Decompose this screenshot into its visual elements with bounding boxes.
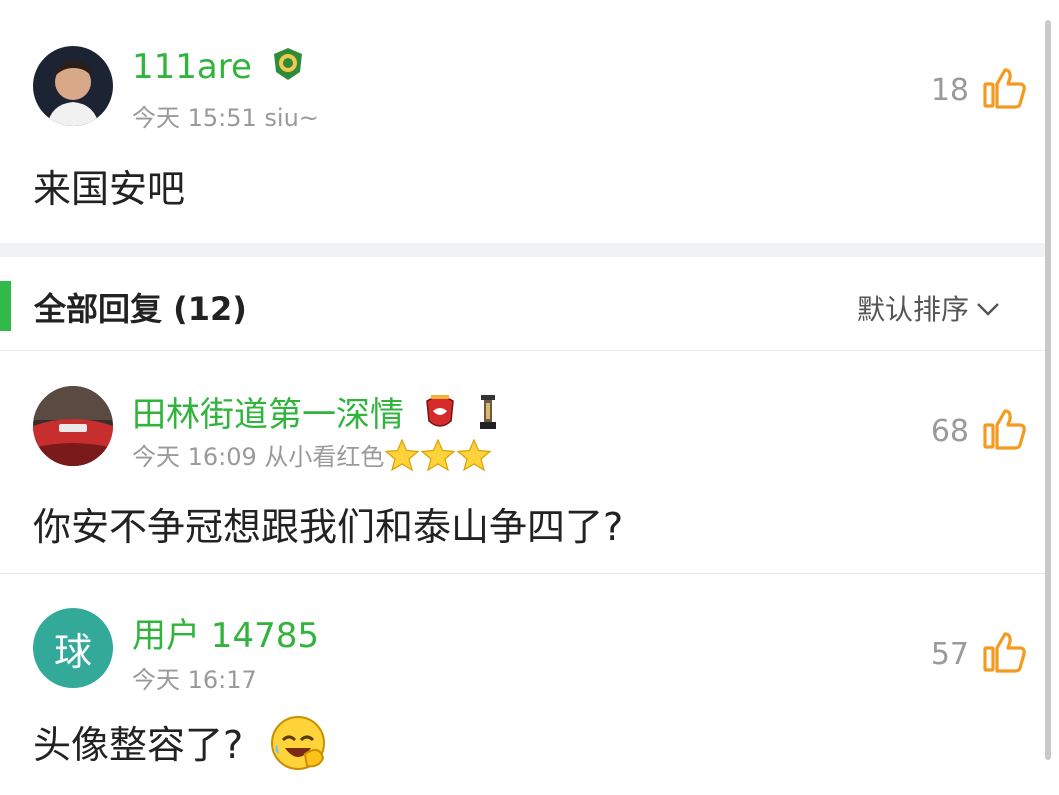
comment-meta: 今天 16:17 bbox=[132, 666, 257, 694]
like-count: 68 bbox=[930, 413, 969, 449]
scrollbar[interactable] bbox=[1045, 20, 1051, 760]
team-badge-icon bbox=[423, 393, 457, 440]
username[interactable]: 111are bbox=[132, 46, 305, 91]
like-count: 18 bbox=[930, 72, 969, 108]
thumbs-up-icon[interactable] bbox=[983, 407, 1027, 455]
section-accent-bar bbox=[0, 281, 11, 331]
username-text[interactable]: 田林街道第一深情 bbox=[132, 395, 404, 435]
comment-meta: 今天 15:51 siu~ bbox=[132, 104, 319, 132]
reply-item: 田林街道第一深情 今天 16:09 从小看红色 68 你安不争冠想跟我们和泰山争… bbox=[0, 351, 1045, 573]
avatar[interactable] bbox=[33, 46, 113, 126]
like-count: 57 bbox=[930, 636, 969, 672]
thumbs-up-icon[interactable] bbox=[983, 66, 1027, 114]
comment-content: 来国安吧 bbox=[33, 167, 186, 211]
main-comment: 111are 今天 15:51 siu~ 18 来国安吧 bbox=[0, 0, 1045, 243]
chevron-down-icon[interactable] bbox=[975, 292, 1001, 325]
star-icon bbox=[456, 438, 492, 478]
comment-meta-text: 今天 16:09 从小看红色 bbox=[132, 443, 385, 471]
reply-content: 你安不争冠想跟我们和泰山争四了? bbox=[33, 505, 624, 549]
reply-content: 头像整容了? bbox=[33, 714, 327, 781]
like-button[interactable]: 18 bbox=[931, 66, 1027, 114]
username[interactable]: 田林街道第一深情 bbox=[132, 387, 498, 440]
trophy-icon bbox=[478, 393, 498, 440]
reply-item: 球 用户 14785 今天 16:17 57 头像整容了? bbox=[0, 574, 1045, 795]
team-badge-icon bbox=[271, 46, 305, 91]
username[interactable]: 用户 14785 bbox=[132, 608, 319, 657]
section-gap bbox=[0, 243, 1045, 257]
sort-label[interactable]: 默认排序 bbox=[857, 288, 969, 328]
avatar[interactable] bbox=[33, 386, 113, 466]
star-icon bbox=[420, 438, 456, 478]
replies-title: 全部回复 (12) bbox=[34, 290, 247, 328]
comment-meta: 今天 16:09 从小看红色 bbox=[132, 437, 492, 478]
facepalm-laugh-emoji-icon bbox=[269, 714, 327, 781]
avatar-initial: 球 bbox=[53, 629, 92, 674]
like-button[interactable]: 57 bbox=[931, 630, 1027, 678]
avatar[interactable]: 球 bbox=[33, 608, 113, 688]
reply-content-text: 头像整容了? bbox=[33, 723, 244, 767]
thumbs-up-icon[interactable] bbox=[983, 630, 1027, 678]
username-text[interactable]: 111are bbox=[132, 47, 252, 87]
star-icon bbox=[384, 438, 420, 478]
like-button[interactable]: 68 bbox=[931, 407, 1027, 455]
sort-dropdown[interactable]: 默认排序 bbox=[857, 288, 1001, 328]
